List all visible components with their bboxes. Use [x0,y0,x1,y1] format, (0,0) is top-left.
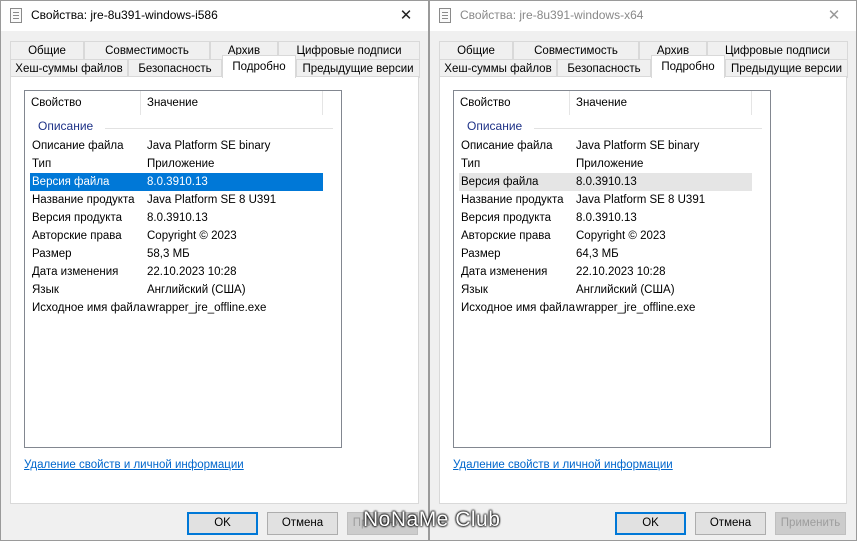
list-item-highlighted[interactable]: Версия файла 8.0.3910.13 [459,173,752,191]
column-value[interactable]: Значение [570,91,752,115]
close-icon[interactable]: ✕ [384,1,428,31]
ok-button[interactable]: OK [187,512,258,535]
properties-window-i586: Свойства: jre-8u391-windows-i586 ✕ Общие… [0,0,429,541]
tab-details[interactable]: Подробно [651,55,725,78]
list-item[interactable]: Дата изменения 22.10.2023 10:28 [459,263,752,281]
list-item[interactable]: Исходное имя файла wrapper_jre_offline.ex… [459,299,752,317]
tab-details[interactable]: Подробно [222,55,296,78]
list-item[interactable]: Версия продукта 8.0.3910.13 [30,209,323,227]
file-icon [439,8,451,23]
window-title: Свойства: jre-8u391-windows-x64 [460,8,644,22]
list-item[interactable]: Название продукта Java Platform SE 8 U391 [30,191,323,209]
list-item[interactable]: Дата изменения 22.10.2023 10:28 [30,263,323,281]
list-item[interactable]: Авторские права Copyright © 2023 [30,227,323,245]
list-item[interactable]: Описание файла Java Platform SE binary [30,137,323,155]
details-panel: Свойство Значение Описание Описание файл… [439,76,847,504]
window-title: Свойства: jre-8u391-windows-i586 [31,8,218,22]
column-property[interactable]: Свойство [454,91,570,115]
title-bar[interactable]: Свойства: jre-8u391-windows-x64 ✕ [430,1,856,31]
list-item[interactable]: Размер 64,3 МБ [459,245,752,263]
cancel-button[interactable]: Отмена [695,512,766,535]
column-property[interactable]: Свойство [25,91,141,115]
list-item[interactable]: Версия продукта 8.0.3910.13 [459,209,752,227]
list-item[interactable]: Тип Приложение [30,155,323,173]
list-item[interactable]: Авторские права Copyright © 2023 [459,227,752,245]
file-icon [10,8,22,23]
group-divider [105,128,333,129]
list-item[interactable]: Язык Английский (США) [30,281,323,299]
watermark: NoNaMe Club [363,508,501,531]
ok-button[interactable]: OK [615,512,686,535]
list-item-selected[interactable]: Версия файла 8.0.3910.13 [30,173,323,191]
properties-window-x64: Свойства: jre-8u391-windows-x64 ✕ Общие … [429,0,857,541]
group-description: Описание [38,119,94,133]
list-item[interactable]: Язык Английский (США) [459,281,752,299]
tab-compatibility[interactable]: Совместимость [513,41,639,60]
list-item[interactable]: Название продукта Java Platform SE 8 U391 [459,191,752,209]
list-item[interactable]: Исходное имя файла wrapper_jre_offline.ex… [30,299,323,317]
tab-compatibility[interactable]: Совместимость [84,41,210,60]
column-value[interactable]: Значение [141,91,323,115]
list-item[interactable]: Тип Приложение [459,155,752,173]
listview-header: Свойство Значение [454,91,770,115]
group-divider [534,128,762,129]
details-listview[interactable]: Свойство Значение Описание Описание файл… [453,90,771,448]
tab-general[interactable]: Общие [439,41,513,60]
listview-header: Свойство Значение [25,91,341,115]
cancel-button[interactable]: Отмена [267,512,338,535]
details-listview[interactable]: Свойство Значение Описание Описание файл… [24,90,342,448]
list-item[interactable]: Описание файла Java Platform SE binary [459,137,752,155]
details-panel: Свойство Значение Описание Описание файл… [10,76,419,504]
apply-button[interactable]: Применить [775,512,846,535]
tab-digital-signatures[interactable]: Цифровые подписи [278,41,420,60]
group-description: Описание [467,119,523,133]
tab-digital-signatures[interactable]: Цифровые подписи [707,41,848,60]
remove-properties-link[interactable]: Удаление свойств и личной информации [453,459,673,471]
remove-properties-link[interactable]: Удаление свойств и личной информации [24,459,244,471]
list-item[interactable]: Размер 58,3 МБ [30,245,323,263]
close-icon[interactable]: ✕ [812,1,856,31]
title-bar[interactable]: Свойства: jre-8u391-windows-i586 ✕ [1,1,428,31]
tab-general[interactable]: Общие [10,41,84,60]
